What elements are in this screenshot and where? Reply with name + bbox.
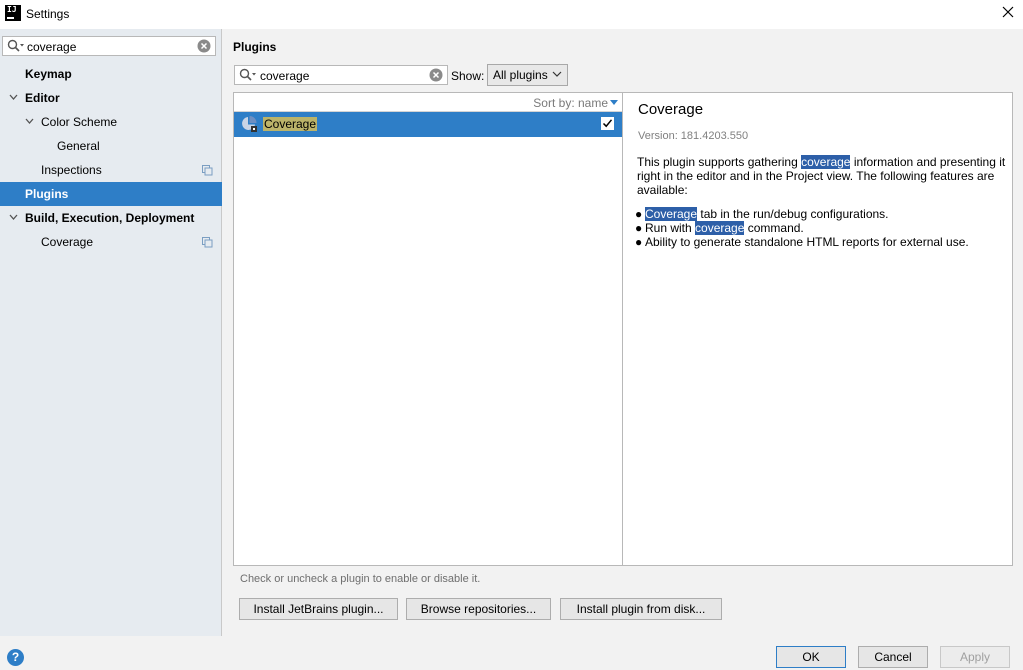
sidebar-item-label: Inspections — [41, 163, 102, 177]
sort-by-label: Sort by: name — [533, 96, 608, 110]
sidebar-item-editor[interactable]: Editor — [0, 86, 222, 110]
sort-dropdown-arrow-icon — [610, 100, 618, 105]
bullet-icon: ● — [635, 235, 643, 249]
cancel-button[interactable]: Cancel — [858, 646, 928, 668]
plugin-detail-title: Coverage — [638, 101, 704, 118]
clear-search-icon[interactable] — [429, 68, 443, 82]
search-icon[interactable] — [7, 39, 25, 53]
browse-repositories-button[interactable]: Browse repositories... — [406, 598, 551, 620]
clear-search-icon[interactable] — [197, 39, 211, 53]
checkmark-icon — [602, 119, 613, 128]
plugin-hint-text: Check or uncheck a plugin to enable or d… — [240, 573, 481, 585]
apply-button[interactable]: Apply — [940, 646, 1010, 668]
plugins-page: Plugins coverage Show: All plugins Sort … — [223, 29, 1023, 636]
bullet-icon: ● — [635, 207, 643, 221]
sidebar-item-label: Keymap — [25, 67, 72, 81]
dialog-footer: ? OK Cancel Apply — [0, 636, 1023, 670]
plugin-description: This plugin supports gathering coverage … — [637, 155, 1007, 197]
app-icon-text: IJ — [7, 5, 17, 14]
feature-list-item: ● Ability to generate standalone HTML rep… — [635, 235, 969, 249]
sidebar-item-coverage[interactable]: Coverage — [0, 230, 222, 254]
plugin-enabled-checkbox[interactable] — [601, 117, 614, 130]
plugin-details: Coverage Version: 181.4203.550 This plug… — [622, 92, 1013, 566]
chevron-down-icon — [552, 71, 562, 77]
project-settings-icon — [202, 237, 213, 248]
show-filter-dropdown[interactable]: All plugins — [487, 64, 568, 86]
search-match: coverage — [801, 155, 851, 169]
settings-search-input[interactable]: coverage — [2, 36, 216, 56]
plugin-version: Version: 181.4203.550 — [638, 130, 749, 142]
close-icon[interactable] — [1001, 5, 1015, 19]
sidebar-item-plugins[interactable]: Plugins — [0, 182, 222, 206]
settings-search-text: coverage — [27, 40, 77, 54]
settings-sidebar: coverage Keymap Editor Color Scheme Gene… — [0, 29, 222, 636]
sidebar-item-keymap[interactable]: Keymap — [0, 62, 222, 86]
sidebar-item-general[interactable]: General — [0, 134, 222, 158]
feature-list-item: ● Coverage tab in the run/debug configura… — [635, 207, 889, 221]
plugin-search-text: coverage — [260, 69, 310, 83]
plugin-list: Sort by: name Coverage — [233, 92, 623, 566]
page-title: Plugins — [233, 40, 277, 54]
sidebar-item-color-scheme[interactable]: Color Scheme — [0, 110, 222, 134]
sidebar-item-label: Color Scheme — [41, 115, 118, 129]
ok-button[interactable]: OK — [776, 646, 846, 668]
help-icon[interactable]: ? — [7, 649, 24, 666]
plugin-name: Coverage — [263, 117, 318, 131]
sidebar-item-inspections[interactable]: Inspections — [0, 158, 222, 182]
window-title: Settings — [26, 7, 70, 21]
install-plugin-from-disk-button[interactable]: Install plugin from disk... — [560, 598, 722, 620]
bullet-icon: ● — [635, 221, 643, 235]
show-filter-value: All plugins — [493, 68, 548, 82]
description-text: This plugin supports gathering — [637, 155, 802, 169]
sort-by-control[interactable]: Sort by: name — [234, 93, 622, 112]
feature-list-item: ● Run with coverage command. — [635, 221, 804, 235]
sidebar-item-label: Plugins — [25, 187, 69, 201]
plugin-icon — [242, 116, 257, 132]
show-filter-label: Show: — [451, 69, 485, 83]
intellij-app-icon: IJ — [5, 5, 21, 21]
chevron-down-icon[interactable] — [25, 118, 34, 125]
sidebar-item-build-execution-deployment[interactable]: Build, Execution, Deployment — [0, 206, 222, 230]
project-settings-icon — [202, 165, 213, 176]
title-bar: IJ Settings — [0, 0, 1023, 29]
sidebar-item-label: Editor — [25, 91, 60, 105]
sidebar-item-label: Build, Execution, Deployment — [25, 211, 195, 225]
sidebar-item-label: Coverage — [41, 235, 94, 249]
search-match: Coverage — [645, 207, 698, 221]
chevron-down-icon[interactable] — [9, 214, 18, 221]
search-icon[interactable] — [239, 68, 257, 82]
plugin-row-coverage[interactable]: Coverage — [234, 112, 622, 137]
search-match: coverage — [695, 221, 745, 235]
sidebar-item-label: General — [57, 139, 100, 153]
plugin-search-input[interactable]: coverage — [234, 65, 448, 85]
install-jetbrains-plugin-button[interactable]: Install JetBrains plugin... — [239, 598, 398, 620]
chevron-down-icon[interactable] — [9, 94, 18, 101]
